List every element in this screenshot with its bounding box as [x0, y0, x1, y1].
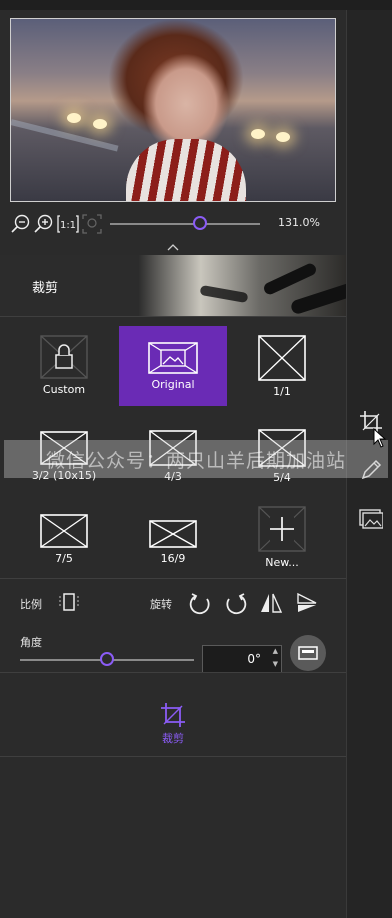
ratio-square-icon [258, 335, 306, 381]
photo-editor-app: 1:1 131.0% 裁剪 Custom Original 1/1 3/2 (1… [0, 0, 392, 918]
image-preview[interactable] [10, 18, 336, 202]
plus-icon [258, 506, 306, 552]
spin-down-icon[interactable]: ▼ [273, 660, 278, 668]
banner-hand-shape [289, 280, 346, 316]
section-title: 裁剪 [32, 281, 59, 296]
apply-crop-label: 裁剪 [162, 732, 184, 745]
level-icon [298, 646, 318, 660]
flip-horizontal-icon[interactable] [260, 592, 282, 614]
straighten-button[interactable] [290, 635, 326, 671]
preview-light [67, 113, 81, 123]
ratio-16-9-icon [149, 520, 197, 548]
zoom-out-icon[interactable] [10, 213, 32, 235]
preset-new[interactable]: New... [228, 502, 336, 582]
top-strip [0, 0, 392, 10]
chevron-up-icon[interactable] [166, 242, 180, 252]
preset-label: 7/5 [55, 552, 73, 565]
preview-light [276, 132, 290, 142]
preview-photo [11, 19, 335, 201]
preset-label: 16/9 [160, 552, 186, 565]
crop-section-banner: 裁剪 [0, 255, 346, 317]
lock-icon [40, 335, 88, 379]
zoom-slider-knob[interactable] [193, 216, 207, 230]
image-icon [148, 342, 198, 374]
orientation-toggle-icon[interactable] [58, 592, 80, 612]
preset-16-9[interactable]: 16/9 [119, 502, 227, 582]
crop-icon [161, 703, 185, 727]
ratio-7-5-icon [40, 514, 88, 548]
rotate-label: 旋转 [150, 598, 172, 611]
zoom-value: 131.0% [278, 216, 320, 229]
rotate-right-icon[interactable] [224, 591, 248, 615]
zoom-fit-icon[interactable] [81, 213, 103, 235]
watermark-banner: 微信公众号：两只山羊后期加油站 [4, 440, 388, 478]
banner-hand-shape [199, 284, 249, 304]
image-adjust-icon[interactable] [359, 506, 383, 530]
preset-7-5[interactable]: 7/5 [10, 502, 118, 582]
zoom-bar: 1:1 131.0% [10, 210, 336, 238]
angle-input[interactable]: 0° ▲ ▼ [202, 645, 282, 673]
zoom-in-icon[interactable] [33, 213, 55, 235]
zoom-slider-track[interactable] [110, 223, 260, 225]
preset-label: Original [151, 378, 195, 391]
angle-slider-knob[interactable] [100, 652, 114, 666]
flip-vertical-icon[interactable] [296, 592, 318, 614]
preview-shirt [126, 139, 246, 201]
banner-hand-shape [262, 261, 318, 297]
preset-label: New... [265, 556, 299, 569]
actual-size-icon[interactable]: 1:1 [57, 213, 79, 235]
preset-label: 1/1 [273, 385, 291, 398]
preview-light [251, 129, 265, 139]
crop-controls: 比例 旋转 角度 0° ▲ ▼ [0, 588, 346, 682]
apply-crop-button[interactable]: 裁剪 [140, 702, 206, 752]
preview-light [93, 119, 107, 129]
watermark-text: 微信公众号：两只山羊后期加油站 [45, 449, 346, 472]
divider [0, 672, 346, 673]
preset-original[interactable]: Original [119, 326, 227, 406]
preset-1-1[interactable]: 1/1 [228, 326, 336, 406]
divider [0, 316, 346, 317]
spin-up-icon[interactable]: ▲ [273, 647, 278, 655]
angle-label: 角度 [20, 636, 42, 649]
mouse-cursor-icon [373, 428, 387, 448]
preset-label: Custom [42, 383, 86, 396]
angle-value: 0° [247, 652, 261, 666]
divider [0, 756, 346, 757]
divider [0, 578, 346, 579]
rotate-left-icon[interactable] [188, 591, 212, 615]
preset-custom[interactable]: Custom [10, 326, 118, 406]
svg-text:1:1: 1:1 [60, 220, 76, 231]
ratio-label: 比例 [20, 598, 42, 611]
